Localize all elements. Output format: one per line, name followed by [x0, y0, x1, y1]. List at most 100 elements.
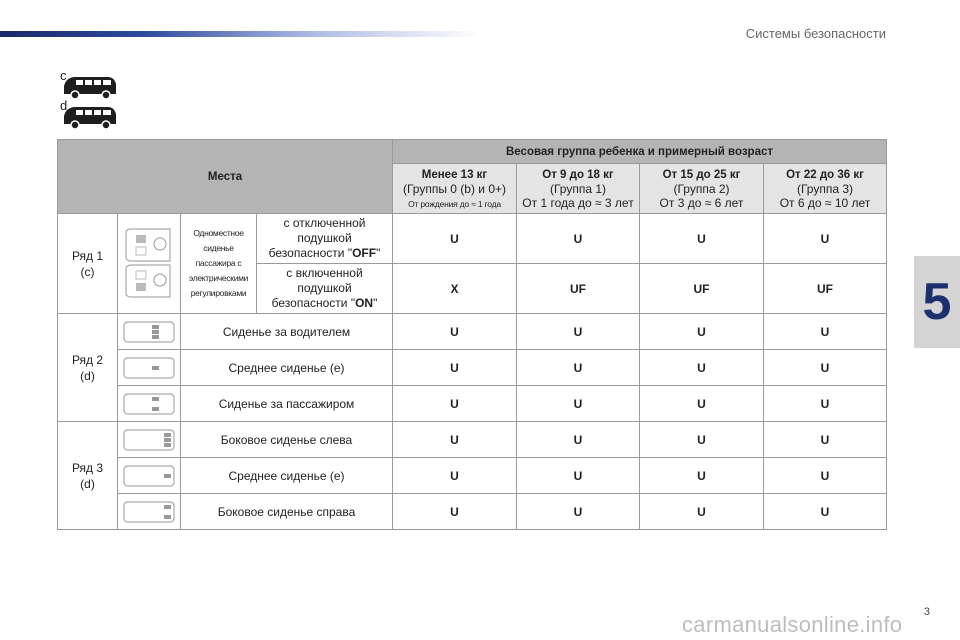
front-seats-icon	[125, 227, 171, 298]
value-cell: U	[392, 493, 517, 530]
seat-diagram-cell	[117, 385, 181, 422]
column-group: (Группа 2)	[673, 182, 730, 196]
value-cell: U	[639, 313, 764, 350]
column-group: (Группа 1)	[549, 182, 607, 196]
value-cell: U	[639, 349, 764, 386]
column-header: От 15 до 25 кг (Группа 2) От 3 до ≈ 6 ле…	[639, 163, 764, 214]
value-cell: U	[392, 457, 517, 494]
value-cell: U	[516, 385, 640, 422]
seat-position: Боковое сиденье справа	[180, 493, 393, 530]
places-header: Места	[57, 139, 393, 214]
value-cell: U	[639, 493, 764, 530]
seat-position: Боковое сиденье слева	[180, 421, 393, 458]
table-row: Ряд 1 (c) Одноместное сиденье пассажира …	[57, 213, 888, 314]
value-cell: U	[392, 213, 517, 264]
seat-diagram-cell	[117, 349, 181, 386]
column-age: От 3 до ≈ 6 лет	[659, 196, 744, 210]
airbag-condition: с отключенной подушкой безопасности "OFF…	[256, 213, 393, 264]
chapter-number: 5	[922, 273, 952, 331]
vehicle-d: d	[60, 98, 118, 132]
column-age: От рождения до ≈ 1 года	[408, 198, 501, 209]
value-cell: U	[392, 349, 517, 386]
column-group: (Группа 3)	[796, 182, 854, 196]
seat-diagram-cell	[117, 313, 181, 350]
row-name: Ряд 1	[71, 248, 104, 263]
value-cell: U	[762, 493, 888, 530]
value-cell: U	[392, 421, 517, 458]
vehicle-c: c	[60, 68, 118, 102]
value-cell: U	[762, 349, 888, 386]
watermark: carmanualsonline.info	[682, 612, 903, 637]
row-sub: (d)	[80, 368, 95, 383]
table-row: Среднее сиденье (е) U U U U	[58, 457, 888, 494]
value-cell: U	[516, 493, 640, 530]
value-cell: U	[516, 213, 640, 264]
seat-position: Среднее сиденье (е)	[180, 457, 393, 494]
van-seat-right-icon	[123, 392, 175, 415]
value-cell: UF	[639, 263, 764, 314]
table-row: Ряд 2 (d) Сиденье за водителем U U U U	[57, 313, 888, 422]
column-age: От 1 года до ≈ 3 лет	[522, 196, 634, 210]
value-cell: U	[639, 213, 764, 264]
value-cell: U	[392, 313, 517, 350]
row-label: Ряд 1 (c)	[57, 213, 118, 314]
chapter-tab[interactable]: 5	[914, 256, 960, 348]
section-title: Системы безопасности	[745, 26, 886, 41]
column-title: От 22 до 36 кг	[786, 169, 864, 181]
table-row: Боковое сиденье справа U U U U	[58, 493, 888, 530]
seat-diagram-cell	[117, 421, 181, 458]
table-row: Сиденье за пассажиром U U U U	[58, 385, 888, 422]
value-cell: U	[516, 457, 640, 494]
row-sub: (c)	[80, 264, 95, 279]
page-number: 3	[923, 606, 930, 618]
seat-position: Сиденье за водителем	[180, 313, 393, 350]
column-title: Менее 13 кг	[421, 168, 488, 181]
column-header: От 22 до 36 кг (Группа 3) От 6 до ≈ 10 л…	[762, 163, 888, 214]
row-name: Ряд 3	[71, 460, 104, 475]
seat-diagram-cell	[117, 493, 181, 530]
value-cell: U	[639, 457, 764, 494]
value-cell: U	[762, 457, 888, 494]
column-header: Менее 13 кг (Группы 0 (b) и 0+) От рожде…	[392, 163, 517, 214]
value-cell: UF	[762, 263, 888, 314]
column-group: (Группы 0 (b) и 0+)	[402, 181, 507, 196]
value-cell: U	[762, 213, 888, 264]
column-title: От 15 до 25 кг	[662, 169, 741, 181]
weight-group-header: Весовая группа ребенка и примерный возра…	[391, 139, 888, 164]
value-cell: UF	[516, 263, 640, 314]
value-cell: U	[762, 385, 888, 422]
child-seat-table: Места Весовая группа ребенка и примерный…	[57, 139, 888, 530]
value-cell: U	[762, 313, 888, 350]
value-cell: U	[639, 385, 764, 422]
value-cell: U	[639, 421, 764, 458]
value-cell: U	[516, 349, 640, 386]
value-cell: U	[762, 421, 888, 458]
row-label: Ряд 3 (d)	[57, 421, 118, 530]
value-cell: U	[392, 385, 517, 422]
value-cell: U	[516, 313, 640, 350]
column-header: От 9 до 18 кг (Группа 1) От 1 года до ≈ …	[516, 163, 640, 214]
van-seat-left-icon	[123, 320, 175, 343]
row-name: Ряд 2	[71, 352, 104, 367]
van-seat-right-icon	[123, 500, 175, 523]
seat-diagram-cell	[117, 457, 181, 494]
row-sub: (d)	[80, 476, 95, 491]
van-icon	[64, 107, 116, 130]
seat-position: Сиденье за пассажиром	[180, 385, 393, 422]
value-cell: U	[516, 421, 640, 458]
airbag-condition: с включенной подушкой безопасности "ON"	[256, 263, 393, 314]
seat-diagram-cell	[117, 213, 181, 314]
column-title: От 9 до 18 кг	[542, 169, 614, 181]
seat-position: Среднее сиденье (е)	[180, 349, 393, 386]
column-age: От 6 до ≈ 10 лет	[779, 196, 871, 210]
top-accent-bar	[0, 31, 480, 37]
table-row: Ряд 3 (d) Боковое сиденье слева U U U U	[57, 421, 888, 530]
van-seat-left-icon	[123, 428, 175, 451]
seat-description: Одноместное сиденье пассажира с электрич…	[180, 213, 257, 314]
van-icon	[64, 77, 116, 100]
row-label: Ряд 2 (d)	[57, 313, 118, 422]
van-seat-middle-icon	[123, 356, 175, 379]
table-row: Среднее сиденье (е) U U U U	[58, 349, 888, 386]
van-seat-middle-icon	[123, 464, 175, 487]
value-cell: X	[392, 263, 517, 314]
